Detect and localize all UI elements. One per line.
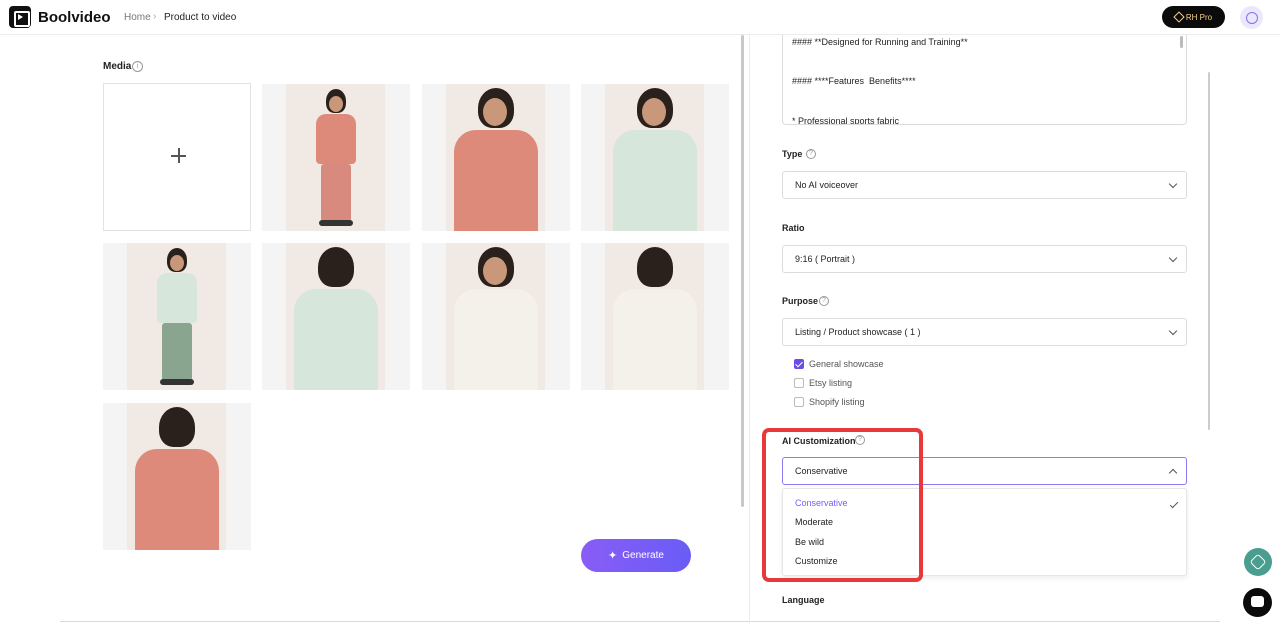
product-image[interactable] bbox=[103, 403, 251, 550]
product-image[interactable] bbox=[581, 84, 729, 231]
checkbox-label: Shopify listing bbox=[809, 397, 865, 407]
product-photo bbox=[286, 243, 385, 390]
generate-label: Generate bbox=[622, 550, 664, 561]
media-label: Media bbox=[103, 61, 132, 72]
checkbox-etsy-listing[interactable]: Etsy listing bbox=[794, 377, 852, 389]
chat-button[interactable] bbox=[1243, 588, 1272, 617]
add-media-button[interactable] bbox=[103, 83, 251, 231]
brand-name[interactable]: Boolvideo bbox=[38, 9, 111, 26]
checkbox-unchecked[interactable] bbox=[794, 378, 804, 388]
left-scrollbar[interactable] bbox=[741, 35, 744, 507]
breadcrumb-current: Product to video bbox=[164, 12, 237, 23]
breadcrumb-home[interactable]: Home bbox=[124, 12, 151, 23]
ratio-select[interactable]: 9:16 ( Portrait ) bbox=[782, 245, 1187, 273]
type-label: Type bbox=[782, 149, 803, 159]
chevron-down-icon bbox=[1168, 179, 1178, 189]
product-image[interactable] bbox=[581, 243, 729, 390]
purpose-label: Purpose bbox=[782, 296, 819, 306]
product-photo bbox=[446, 243, 545, 390]
chevron-up-icon bbox=[1168, 468, 1178, 478]
horizontal-scrollbar[interactable] bbox=[60, 621, 1220, 622]
description-line: * Professional sports fabric bbox=[792, 116, 900, 125]
checkbox-general-showcase[interactable]: General showcase bbox=[794, 358, 884, 370]
description-line: #### **Designed for Running and Training… bbox=[792, 37, 968, 47]
check-icon bbox=[1169, 499, 1179, 509]
product-photo bbox=[127, 243, 226, 390]
assistant-button[interactable] bbox=[1244, 548, 1272, 576]
help-icon[interactable]: ? bbox=[806, 149, 816, 159]
language-label: Language bbox=[782, 595, 825, 605]
pro-button[interactable]: RH Pro bbox=[1162, 6, 1225, 28]
checkbox-checked[interactable] bbox=[794, 359, 804, 369]
panel-divider bbox=[749, 35, 750, 624]
cube-icon bbox=[1249, 553, 1267, 571]
product-image[interactable] bbox=[422, 84, 570, 231]
ratio-label: Ratio bbox=[782, 223, 805, 233]
type-value: No AI voiceover bbox=[795, 180, 859, 190]
product-photo bbox=[286, 84, 385, 231]
top-bar: Boolvideo Home › Product to video RH Pro bbox=[0, 0, 1280, 35]
avatar[interactable] bbox=[1240, 6, 1263, 29]
product-photo bbox=[605, 84, 704, 231]
checkbox-unchecked[interactable] bbox=[794, 397, 804, 407]
generate-button[interactable]: ✦ Generate bbox=[581, 539, 691, 572]
checkbox-label: General showcase bbox=[809, 359, 884, 369]
checkbox-shopify-listing[interactable]: Shopify listing bbox=[794, 396, 865, 408]
description-line: #### ****Features Benefits**** bbox=[792, 76, 916, 86]
checkbox-label: Etsy listing bbox=[809, 378, 853, 388]
textarea-scrollbar[interactable] bbox=[1180, 36, 1183, 48]
panel-scrollbar[interactable] bbox=[1208, 72, 1210, 430]
info-icon[interactable]: i bbox=[132, 61, 143, 72]
highlight-annotation bbox=[762, 428, 923, 582]
pro-button-label: RH Pro bbox=[1185, 12, 1213, 22]
purpose-select[interactable]: Listing / Product showcase ( 1 ) bbox=[782, 318, 1187, 346]
logo-icon[interactable] bbox=[9, 6, 31, 28]
product-image[interactable] bbox=[262, 243, 410, 390]
diamond-icon bbox=[1173, 11, 1185, 23]
purpose-value: Listing / Product showcase ( 1 ) bbox=[795, 327, 921, 337]
description-textarea[interactable]: #### **Designed for Running and Training… bbox=[782, 35, 1187, 125]
product-image[interactable] bbox=[103, 243, 251, 390]
product-image[interactable] bbox=[262, 84, 410, 231]
chat-icon bbox=[1251, 596, 1264, 607]
type-select[interactable]: No AI voiceover bbox=[782, 171, 1187, 199]
sparkle-icon: ✦ bbox=[608, 550, 618, 562]
ratio-value: 9:16 ( Portrait ) bbox=[795, 254, 856, 264]
chevron-down-icon bbox=[1168, 326, 1178, 336]
product-photo bbox=[446, 84, 545, 231]
product-photo bbox=[605, 243, 704, 390]
chevron-down-icon bbox=[1168, 253, 1178, 263]
chevron-right-icon: › bbox=[153, 11, 157, 22]
product-image[interactable] bbox=[422, 243, 570, 390]
help-icon[interactable]: ? bbox=[819, 296, 829, 306]
product-photo bbox=[127, 403, 226, 550]
